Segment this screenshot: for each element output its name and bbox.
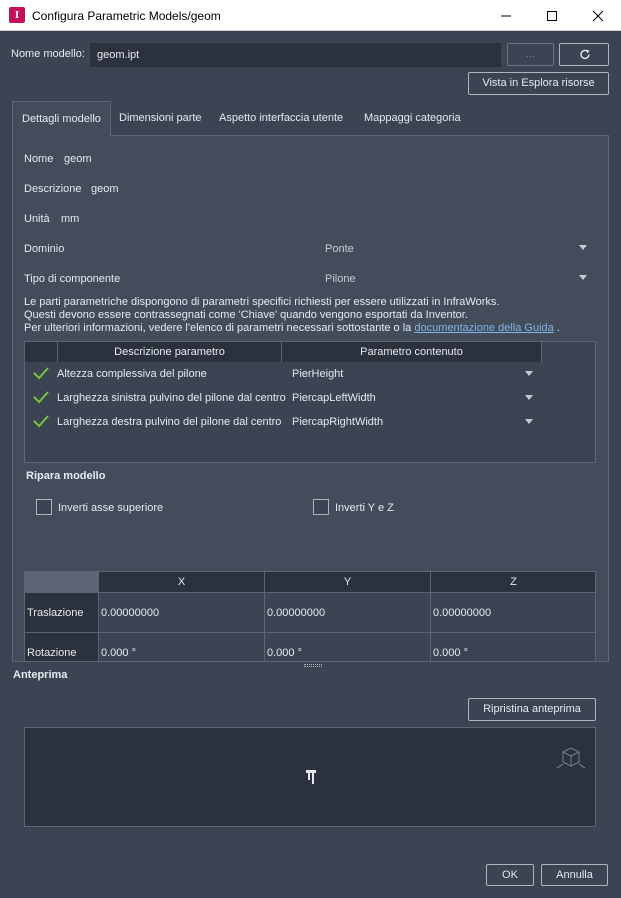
browse-button[interactable]: ... <box>507 43 554 66</box>
checkmark-icon <box>33 415 49 428</box>
info-line-2: Questi devono essere contrassegnati come… <box>24 309 468 321</box>
domain-value: Ponte <box>325 243 354 255</box>
translation-z-cell[interactable]: 0.00000000 <box>430 592 595 632</box>
chevron-down-icon <box>579 275 587 280</box>
maximize-icon <box>547 10 557 21</box>
title-bar: I Configura Parametric Models/geom <box>0 0 621 31</box>
chevron-down-icon[interactable] <box>525 419 533 424</box>
reset-preview-button[interactable]: Ripristina anteprima <box>468 698 596 721</box>
minimize-button[interactable] <box>483 0 529 31</box>
name-label: Nome <box>24 153 54 165</box>
model-name-field[interactable]: geom.ipt <box>90 43 501 67</box>
table-row[interactable]: Larghezza sinistra pulvino del pilone da… <box>25 386 595 410</box>
table-corner <box>25 572 98 592</box>
column-header-z: Z <box>430 572 595 592</box>
invert-yz-checkbox[interactable] <box>313 499 329 515</box>
tab-ui-appearance[interactable]: Aspetto interfaccia utente <box>210 101 352 136</box>
tab-category-mappings[interactable]: Mappaggi categoria <box>355 101 470 136</box>
table-row[interactable]: Larghezza destra pulvino del pilone dal … <box>25 410 595 434</box>
pier-model-icon <box>306 770 316 784</box>
parameter-description: Larghezza destra pulvino del pilone dal … <box>57 416 282 428</box>
chevron-down-icon[interactable] <box>525 395 533 400</box>
component-type-label: Tipo di componente <box>24 273 121 285</box>
rotation-x-cell[interactable]: 0.000 ° <box>98 632 264 661</box>
parameter-table: Descrizione parametro Parametro contenut… <box>24 341 596 463</box>
check-column-header <box>25 342 58 362</box>
info-line-3-prefix: Per ulteriori informazioni, vedere l'ele… <box>24 322 415 334</box>
invert-yz-label: Inverti Y e Z <box>335 502 394 514</box>
checkmark-icon <box>33 367 49 380</box>
checkmark-icon <box>33 391 49 404</box>
description-label: Descrizione <box>24 183 82 195</box>
model-name-label: Nome modello: <box>11 48 85 60</box>
maximize-button[interactable] <box>529 0 575 31</box>
inventor-app-icon: I <box>9 7 25 23</box>
preview-viewport[interactable] <box>24 727 596 827</box>
parameter-value[interactable]: PiercapLeftWidth <box>292 392 376 404</box>
cancel-button[interactable]: Annulla <box>541 864 608 886</box>
close-icon <box>592 10 604 21</box>
rotation-z-cell[interactable]: 0.000 ° <box>430 632 595 661</box>
name-value: geom <box>64 153 92 165</box>
view-in-explorer-button[interactable]: Vista in Esplora risorse <box>468 72 609 95</box>
row-header-translation: Traslazione <box>25 592 98 632</box>
repair-model-title: Ripara modello <box>26 470 106 482</box>
units-label: Unità <box>24 213 50 225</box>
minimize-icon <box>501 15 511 16</box>
translation-y-cell[interactable]: 0.00000000 <box>264 592 430 632</box>
info-line-3-suffix: . <box>553 322 560 334</box>
column-header-description: Descrizione parametro <box>58 342 282 362</box>
translation-x-cell[interactable]: 0.00000000 <box>98 592 264 632</box>
chevron-down-icon <box>579 245 587 250</box>
ok-button[interactable]: OK <box>486 864 534 886</box>
column-header-x: X <box>98 572 264 592</box>
domain-label: Dominio <box>24 243 65 255</box>
component-type-dropdown[interactable]: Pilone <box>320 267 596 291</box>
refresh-button[interactable] <box>559 43 609 66</box>
invert-top-axis-checkbox[interactable] <box>36 499 52 515</box>
viewcube-icon[interactable] <box>553 744 587 774</box>
column-header-y: Y <box>264 572 430 592</box>
chevron-down-icon[interactable] <box>525 371 533 376</box>
row-header-rotation: Rotazione <box>25 632 98 661</box>
close-button[interactable] <box>575 0 621 31</box>
description-value: geom <box>91 183 119 195</box>
parameter-description: Altezza complessiva del pilone <box>57 368 207 380</box>
transform-table: X Y Z Traslazione 0.00000000 0.00000000 … <box>24 571 596 662</box>
domain-dropdown[interactable]: Ponte <box>320 237 596 261</box>
rotation-y-cell[interactable]: 0.000 ° <box>264 632 430 661</box>
parameter-value[interactable]: PiercapRightWidth <box>292 416 383 428</box>
column-header-parameter: Parametro contenuto <box>282 342 542 362</box>
parameter-value[interactable]: PierHeight <box>292 368 343 380</box>
invert-top-axis-label: Inverti asse superiore <box>58 502 164 514</box>
preview-title: Anteprima <box>13 669 68 681</box>
window-title: Configura Parametric Models/geom <box>32 9 221 23</box>
info-line-3: Per ulteriori informazioni, vedere l'ele… <box>24 322 560 334</box>
tab-part-dimensions[interactable]: Dimensioni parte <box>110 101 211 136</box>
help-documentation-link[interactable]: documentazione della Guida <box>414 322 553 334</box>
parameter-description: Larghezza sinistra pulvino del pilone da… <box>57 392 286 404</box>
refresh-icon <box>580 49 590 60</box>
tab-model-details[interactable]: Dettagli modello <box>12 101 111 136</box>
panel-splitter[interactable] <box>304 664 322 667</box>
units-value: mm <box>61 213 80 225</box>
table-row[interactable]: Altezza complessiva del pilone PierHeigh… <box>25 362 595 386</box>
component-type-value: Pilone <box>325 273 356 285</box>
info-line-1: Le parti parametriche dispongono di para… <box>24 296 500 308</box>
